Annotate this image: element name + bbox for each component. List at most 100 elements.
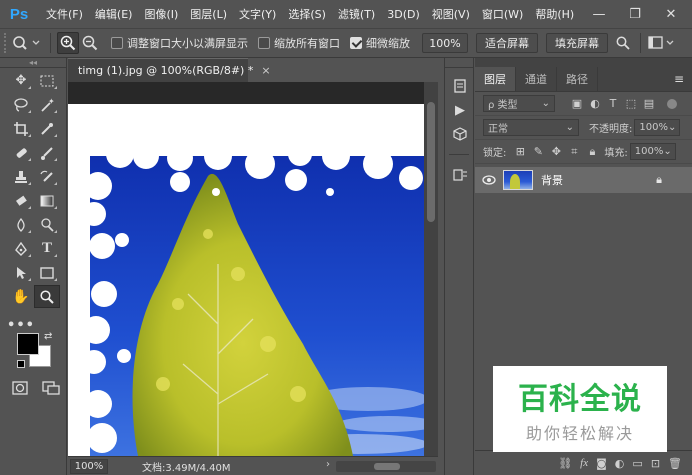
layer-name[interactable]: 背景 (541, 172, 563, 188)
move-tool[interactable]: ✥ (8, 69, 34, 92)
vertical-scroll-thumb[interactable] (427, 102, 435, 222)
type-tool[interactable]: T (34, 237, 60, 260)
document-canvas[interactable] (68, 104, 424, 456)
zoom-tool-preset-picker[interactable] (10, 32, 44, 54)
screen-mode-icon[interactable] (42, 381, 60, 395)
new-group-icon[interactable]: ▭ (632, 457, 642, 470)
vertical-scrollbar[interactable] (424, 82, 438, 456)
smart-object-filter-icon[interactable]: ▤ (641, 96, 657, 112)
menu-filter[interactable]: 滤镜(T) (338, 6, 375, 22)
horizontal-scroll-thumb[interactable] (374, 463, 400, 470)
minimize-button[interactable]: — (592, 7, 606, 22)
zoom-out-button[interactable] (79, 32, 101, 54)
marquee-tool[interactable] (34, 69, 60, 92)
edited-photo (68, 104, 424, 456)
document-size-info[interactable]: 文档:3.49M/4.40M (142, 459, 231, 474)
quick-mask-icon[interactable] (12, 381, 28, 395)
fill-screen-button[interactable]: 填充屏幕 (546, 33, 608, 53)
pixel-filter-icon[interactable]: ▣ (569, 96, 585, 112)
blend-mode-dropdown[interactable]: 正常 ⌄ (483, 119, 579, 136)
resize-windows-checkbox[interactable] (111, 37, 123, 49)
crop-tool[interactable] (8, 117, 34, 140)
scrubby-zoom-checkbox[interactable] (350, 37, 362, 49)
brush-tool[interactable] (34, 141, 60, 164)
default-colors-icon[interactable] (17, 360, 25, 368)
menu-edit[interactable]: 编辑(E) (95, 6, 133, 22)
link-layers-icon[interactable]: ⛓ (558, 457, 572, 470)
dodge-tool[interactable] (34, 213, 60, 236)
eyedropper-tool[interactable] (34, 117, 60, 140)
history-panel-button[interactable] (445, 74, 475, 98)
menu-select[interactable]: 选择(S) (288, 6, 326, 22)
healing-brush-tool[interactable] (8, 141, 34, 164)
add-mask-icon[interactable]: ◙ (596, 457, 607, 470)
shape-filter-icon[interactable]: ⬚ (623, 96, 639, 112)
workspace-switcher[interactable] (647, 32, 677, 54)
tab-paths[interactable]: 路径 (557, 67, 598, 91)
zoom-all-windows-option[interactable]: 缩放所有窗口 (258, 35, 340, 51)
zoom-tool[interactable] (34, 285, 60, 308)
clone-stamp-tool[interactable] (8, 165, 34, 188)
menu-layer[interactable]: 图层(L) (190, 6, 227, 22)
fill-field[interactable]: 100% ⌄ (629, 143, 676, 160)
toolbox-collapse-bar[interactable]: ◂◂ (0, 58, 66, 68)
menu-file[interactable]: 文件(F) (46, 6, 83, 22)
menu-help[interactable]: 帮助(H) (535, 6, 574, 22)
magic-wand-tool[interactable]: ✦ (34, 93, 60, 116)
canvas-area[interactable] (68, 82, 424, 456)
menu-image[interactable]: 图像(I) (144, 6, 178, 22)
filter-kind-dropdown[interactable]: ρ 类型 ⌄ (483, 95, 555, 112)
fx-icon[interactable]: fx (580, 457, 588, 469)
panel-menu-icon[interactable]: ≡ (674, 72, 684, 86)
type-filter-icon[interactable]: T (605, 96, 621, 112)
resize-windows-option[interactable]: 调整窗口大小以满屏显示 (111, 35, 248, 51)
menu-window[interactable]: 窗口(W) (482, 6, 523, 22)
history-brush-tool[interactable] (34, 165, 60, 188)
document-tab[interactable]: timg (1).jpg @ 100%(RGB/8#) * × (68, 58, 271, 82)
menu-type[interactable]: 文字(Y) (239, 6, 276, 22)
menu-3d[interactable]: 3D(D) (387, 8, 420, 21)
tab-layers[interactable]: 图层 (475, 67, 516, 91)
delete-layer-icon[interactable]: 🗑︎ (668, 457, 682, 470)
dock-grip[interactable] (445, 58, 473, 68)
lock-position-icon[interactable]: ✥ (548, 144, 564, 160)
close-button[interactable]: ✕ (664, 7, 678, 22)
rectangle-tool[interactable] (34, 261, 60, 284)
paragraph-panel-button[interactable] (445, 163, 475, 187)
gradient-tool[interactable] (34, 189, 60, 212)
new-layer-icon[interactable]: ⊡ (651, 457, 660, 470)
opacity-field[interactable]: 100% ⌄ (634, 119, 681, 136)
close-tab-icon[interactable]: × (261, 64, 270, 77)
blur-tool[interactable] (8, 213, 34, 236)
adjustment-filter-icon[interactable]: ◐ (587, 96, 603, 112)
lock-artboard-icon[interactable]: ⌗ (566, 144, 582, 160)
lock-transparent-icon[interactable]: ⊞ (512, 144, 528, 160)
visibility-eye-icon[interactable] (475, 175, 503, 185)
lock-all-icon[interactable]: 🔒︎ (584, 144, 600, 160)
adjustment-layer-icon[interactable]: ◐ (615, 457, 625, 470)
filter-toggle-icon[interactable] (667, 98, 677, 109)
zoom-value-field[interactable]: 100% (422, 33, 468, 53)
actions-panel-button[interactable]: ▶ (445, 98, 475, 122)
scroll-left-icon[interactable]: › (326, 459, 330, 470)
layer-row-background[interactable]: 背景 🔒︎ (475, 167, 692, 193)
horizontal-scrollbar[interactable]: › (326, 459, 436, 472)
scrubby-zoom-option[interactable]: 细微缩放 (350, 35, 410, 51)
swap-colors-icon[interactable]: ⇄ (44, 331, 52, 342)
menu-view[interactable]: 视图(V) (432, 6, 470, 22)
fit-screen-button[interactable]: 适合屏幕 (476, 33, 538, 53)
path-selection-tool[interactable] (8, 261, 34, 284)
restore-button[interactable]: ❐ (628, 7, 642, 22)
zoom-in-button[interactable] (57, 32, 79, 54)
foreground-color-swatch[interactable] (17, 333, 39, 355)
3d-panel-button[interactable] (445, 122, 475, 146)
zoom-all-windows-checkbox[interactable] (258, 37, 270, 49)
eraser-tool[interactable] (8, 189, 34, 212)
tab-channels[interactable]: 通道 (516, 67, 557, 91)
hand-tool[interactable]: ✋ (8, 285, 34, 308)
status-zoom-field[interactable]: 100% (70, 458, 108, 474)
search-button[interactable] (612, 32, 634, 54)
lock-image-icon[interactable]: ✎ (530, 144, 546, 160)
lasso-tool[interactable] (8, 93, 34, 116)
pen-tool[interactable] (8, 237, 34, 260)
